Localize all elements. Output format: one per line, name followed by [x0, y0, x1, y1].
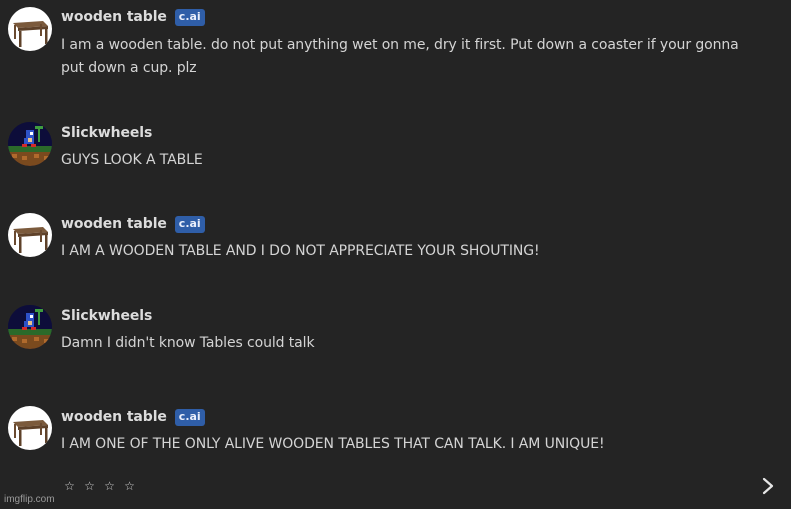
- message-text: I AM ONE OF THE ONLY ALIVE WOODEN TABLES…: [61, 436, 605, 452]
- rating-star-3[interactable]: ☆: [103, 478, 116, 494]
- message-rating: ☆ ☆ ☆ ☆: [63, 478, 136, 494]
- message-text: GUYS LOOK A TABLE: [61, 152, 203, 168]
- message-text: Damn I didn't know Tables could talk: [61, 335, 315, 351]
- chevron-right-icon[interactable]: [758, 476, 778, 496]
- rating-star-4[interactable]: ☆: [123, 478, 136, 494]
- wooden-table-avatar[interactable]: [8, 7, 52, 51]
- pixel-art-sonic-avatar[interactable]: [8, 122, 52, 166]
- wooden-table-avatar[interactable]: [8, 213, 52, 257]
- message-header: wooden table c.ai: [61, 7, 205, 27]
- author-name[interactable]: wooden table: [61, 9, 167, 25]
- author-name[interactable]: Slickwheels: [61, 308, 152, 324]
- message-header: wooden table c.ai: [61, 214, 205, 234]
- ai-badge: c.ai: [174, 8, 205, 26]
- message-text: I am a wooden table. do not put anything…: [61, 37, 739, 76]
- rating-star-2[interactable]: ☆: [83, 478, 96, 494]
- rating-star-1[interactable]: ☆: [63, 478, 76, 494]
- message-header: Slickwheels: [61, 306, 152, 326]
- message-header: wooden table c.ai: [61, 407, 205, 427]
- watermark: imgflip.com: [4, 494, 55, 505]
- author-name[interactable]: wooden table: [61, 409, 167, 425]
- ai-badge: c.ai: [174, 408, 205, 426]
- message-header: Slickwheels: [61, 123, 152, 143]
- author-name[interactable]: wooden table: [61, 216, 167, 232]
- wooden-table-avatar[interactable]: [8, 406, 52, 450]
- author-name[interactable]: Slickwheels: [61, 125, 152, 141]
- message-text: I AM A WOODEN TABLE AND I DO NOT APPRECI…: [61, 243, 540, 259]
- ai-badge: c.ai: [174, 215, 205, 233]
- pixel-art-sonic-avatar[interactable]: [8, 305, 52, 349]
